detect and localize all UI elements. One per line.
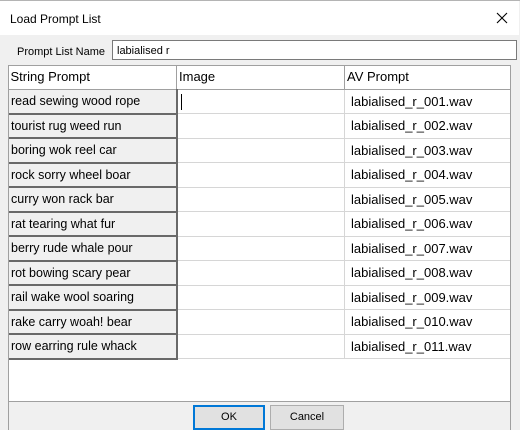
- string-prompt-cell[interactable]: rat tearing what fur: [9, 211, 178, 237]
- table-row: tourist rug weed run labialised_r_002.wav: [9, 113, 510, 139]
- image-cell[interactable]: [176, 162, 345, 188]
- image-cell[interactable]: [176, 113, 345, 139]
- string-prompt-cell[interactable]: curry won rack bar: [9, 186, 178, 213]
- close-button[interactable]: [485, 1, 519, 35]
- av-prompt-cell[interactable]: labialised_r_010.wav: [344, 309, 510, 335]
- av-prompt-cell[interactable]: labialised_r_008.wav: [344, 260, 510, 286]
- column-header-image[interactable]: Image: [176, 66, 345, 90]
- table-row: rat tearing what fur labialised_r_006.wav: [9, 211, 510, 237]
- image-cell[interactable]: [176, 187, 345, 212]
- string-prompt-cell[interactable]: tourist rug weed run: [9, 113, 178, 139]
- column-header-string-prompt[interactable]: String Prompt: [9, 66, 177, 90]
- load-prompt-list-dialog: Load Prompt List Prompt List Name String…: [0, 0, 520, 430]
- table-row: rail wake wool soaring labialised_r_009.w…: [9, 284, 510, 311]
- av-prompt-cell[interactable]: labialised_r_011.wav: [344, 334, 510, 359]
- image-cell[interactable]: [176, 89, 345, 114]
- av-prompt-cell[interactable]: labialised_r_001.wav: [344, 89, 510, 114]
- table-body: read sewing wood rope labialised_r_001.wa…: [9, 88, 510, 360]
- av-prompt-cell[interactable]: labialised_r_002.wav: [344, 113, 510, 139]
- prompt-grid: String Prompt Image AV Prompt read sewin…: [8, 65, 511, 402]
- image-cell[interactable]: [176, 138, 345, 163]
- close-icon: [496, 12, 508, 24]
- string-prompt-cell[interactable]: row earring rule whack: [9, 333, 178, 360]
- string-prompt-cell[interactable]: rail wake wool soaring: [9, 284, 178, 311]
- prompt-list-name-input[interactable]: [112, 40, 517, 60]
- string-prompt-cell[interactable]: boring wok reel car: [9, 137, 178, 164]
- table-row: berry rude whale pour labialised_r_007.wa…: [9, 235, 510, 262]
- column-header-av-prompt[interactable]: AV Prompt: [344, 66, 510, 90]
- header-row: String Prompt Image AV Prompt: [9, 66, 510, 90]
- image-cell[interactable]: [176, 334, 345, 359]
- string-prompt-cell[interactable]: rock sorry wheel boar: [9, 162, 178, 188]
- image-cell[interactable]: [176, 285, 345, 310]
- string-prompt-cell[interactable]: rake carry woah! bear: [9, 309, 178, 335]
- table-row: read sewing wood rope labialised_r_001.wa…: [9, 88, 510, 115]
- table-row: boring wok reel car labialised_r_003.wav: [9, 137, 510, 164]
- av-prompt-cell[interactable]: labialised_r_004.wav: [344, 162, 510, 188]
- cancel-button[interactable]: Cancel: [270, 405, 344, 430]
- image-cell[interactable]: [176, 236, 345, 261]
- av-prompt-cell[interactable]: labialised_r_005.wav: [344, 187, 510, 212]
- string-prompt-cell[interactable]: berry rude whale pour: [9, 235, 178, 262]
- av-prompt-cell[interactable]: labialised_r_003.wav: [344, 138, 510, 163]
- table-row: rot bowing scary pear labialised_r_008.wa…: [9, 260, 510, 286]
- title-bar: Load Prompt List: [0, 1, 519, 35]
- window-title: Load Prompt List: [10, 12, 101, 26]
- prompt-table: String Prompt Image AV Prompt read sewin…: [9, 66, 510, 360]
- ok-button[interactable]: OK: [193, 405, 265, 430]
- image-cell[interactable]: [176, 309, 345, 335]
- string-prompt-cell[interactable]: read sewing wood rope: [9, 88, 178, 115]
- av-prompt-cell[interactable]: labialised_r_007.wav: [344, 236, 510, 261]
- table-row: curry won rack bar labialised_r_005.wav: [9, 186, 510, 213]
- av-prompt-cell[interactable]: labialised_r_006.wav: [344, 211, 510, 237]
- table-row: rock sorry wheel boar labialised_r_004.wa…: [9, 162, 510, 188]
- image-cell[interactable]: [176, 211, 345, 237]
- av-prompt-cell[interactable]: labialised_r_009.wav: [344, 285, 510, 310]
- table-row: rake carry woah! bear labialised_r_010.wa…: [9, 309, 510, 335]
- string-prompt-cell[interactable]: rot bowing scary pear: [9, 260, 178, 286]
- prompt-list-name-label: Prompt List Name: [17, 46, 106, 58]
- text-caret: [180, 93, 182, 110]
- image-cell[interactable]: [176, 260, 345, 286]
- table-row: row earring rule whack labialised_r_011.w…: [9, 333, 510, 360]
